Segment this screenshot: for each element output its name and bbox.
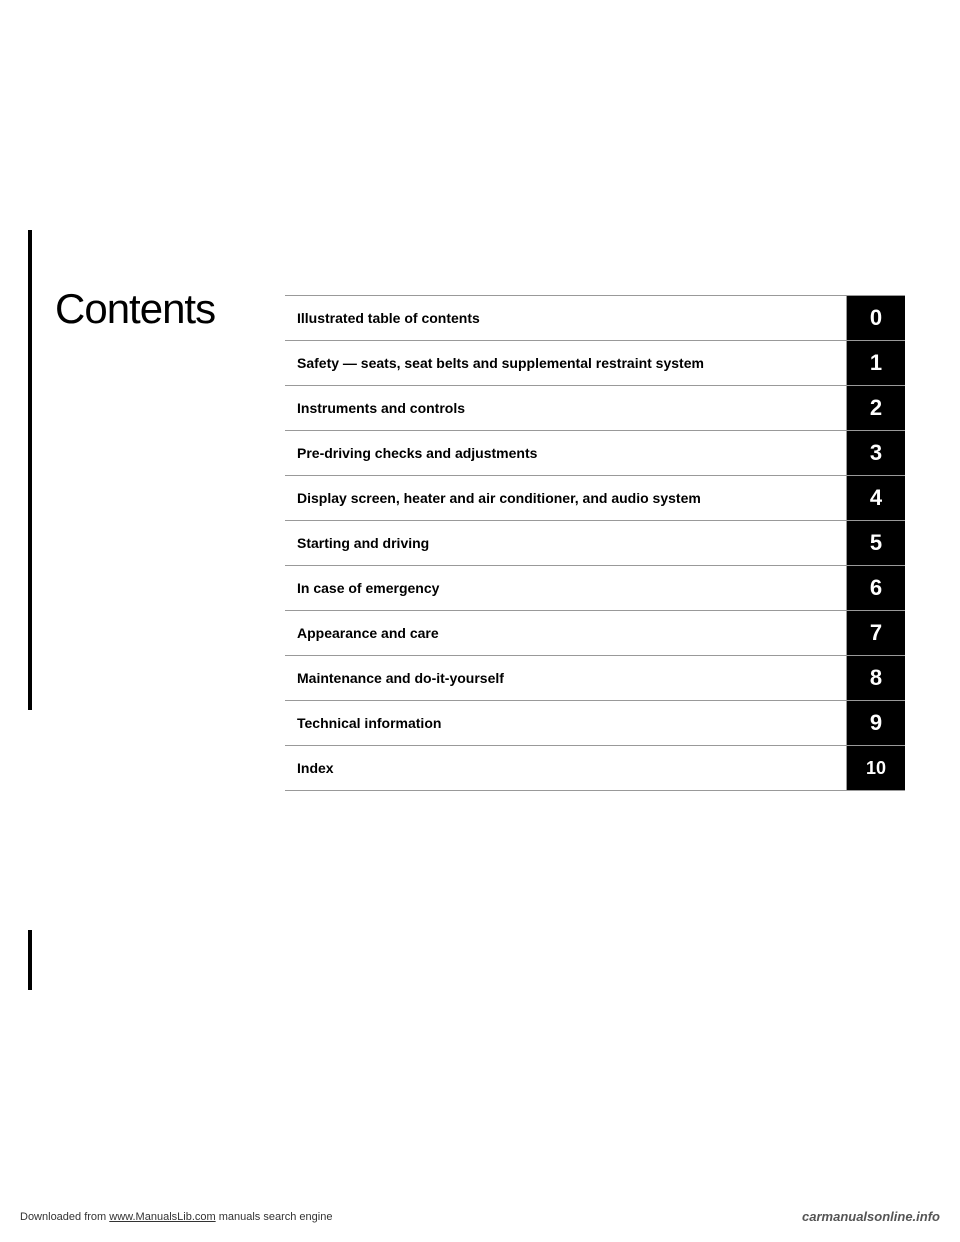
footer-left: Downloaded from www.ManualsLib.com manua…	[20, 1211, 332, 1223]
toc-item-number: 9	[847, 701, 905, 745]
page-container: Contents Illustrated table of contents0S…	[0, 0, 960, 1242]
toc-item-number: 8	[847, 656, 905, 700]
toc-row[interactable]: Starting and driving5	[285, 521, 905, 566]
toc-item-number: 6	[847, 566, 905, 610]
toc-item-label: In case of emergency	[285, 566, 847, 610]
toc-row[interactable]: Maintenance and do-it-yourself8	[285, 656, 905, 701]
toc-item-label: Safety — seats, seat belts and supplemen…	[285, 341, 847, 385]
toc-item-label: Illustrated table of contents	[285, 296, 847, 340]
toc-item-label: Starting and driving	[285, 521, 847, 565]
toc-item-number: 4	[847, 476, 905, 520]
toc-item-label: Instruments and controls	[285, 386, 847, 430]
toc-row[interactable]: Appearance and care7	[285, 611, 905, 656]
toc-row[interactable]: Pre-driving checks and adjustments3	[285, 431, 905, 476]
toc-container: Illustrated table of contents0Safety — s…	[285, 295, 905, 791]
toc-item-number: 7	[847, 611, 905, 655]
left-sidebar-bar-top	[28, 230, 32, 710]
toc-row[interactable]: Instruments and controls2	[285, 386, 905, 431]
toc-item-number: 5	[847, 521, 905, 565]
toc-item-number: 0	[847, 296, 905, 340]
footer-site: carmanualsonline.info	[802, 1209, 940, 1224]
footer-download-text: Downloaded from	[20, 1211, 109, 1223]
toc-item-number: 10	[847, 746, 905, 790]
footer-suffix: manuals search engine	[216, 1211, 333, 1223]
footer: Downloaded from www.ManualsLib.com manua…	[0, 1209, 960, 1224]
left-sidebar-bar-bottom	[28, 930, 32, 990]
toc-item-label: Pre-driving checks and adjustments	[285, 431, 847, 475]
toc-item-label: Display screen, heater and air condition…	[285, 476, 847, 520]
toc-item-number: 2	[847, 386, 905, 430]
toc-item-label: Appearance and care	[285, 611, 847, 655]
toc-item-label: Index	[285, 746, 847, 790]
toc-item-number: 3	[847, 431, 905, 475]
toc-row[interactable]: Illustrated table of contents0	[285, 295, 905, 341]
toc-item-number: 1	[847, 341, 905, 385]
toc-row[interactable]: Safety — seats, seat belts and supplemen…	[285, 341, 905, 386]
footer-link[interactable]: www.ManualsLib.com	[109, 1211, 215, 1223]
page-title: Contents	[55, 285, 215, 333]
toc-row[interactable]: Technical information9	[285, 701, 905, 746]
toc-row[interactable]: In case of emergency6	[285, 566, 905, 611]
toc-row[interactable]: Index10	[285, 746, 905, 791]
toc-row[interactable]: Display screen, heater and air condition…	[285, 476, 905, 521]
toc-item-label: Technical information	[285, 701, 847, 745]
toc-item-label: Maintenance and do-it-yourself	[285, 656, 847, 700]
